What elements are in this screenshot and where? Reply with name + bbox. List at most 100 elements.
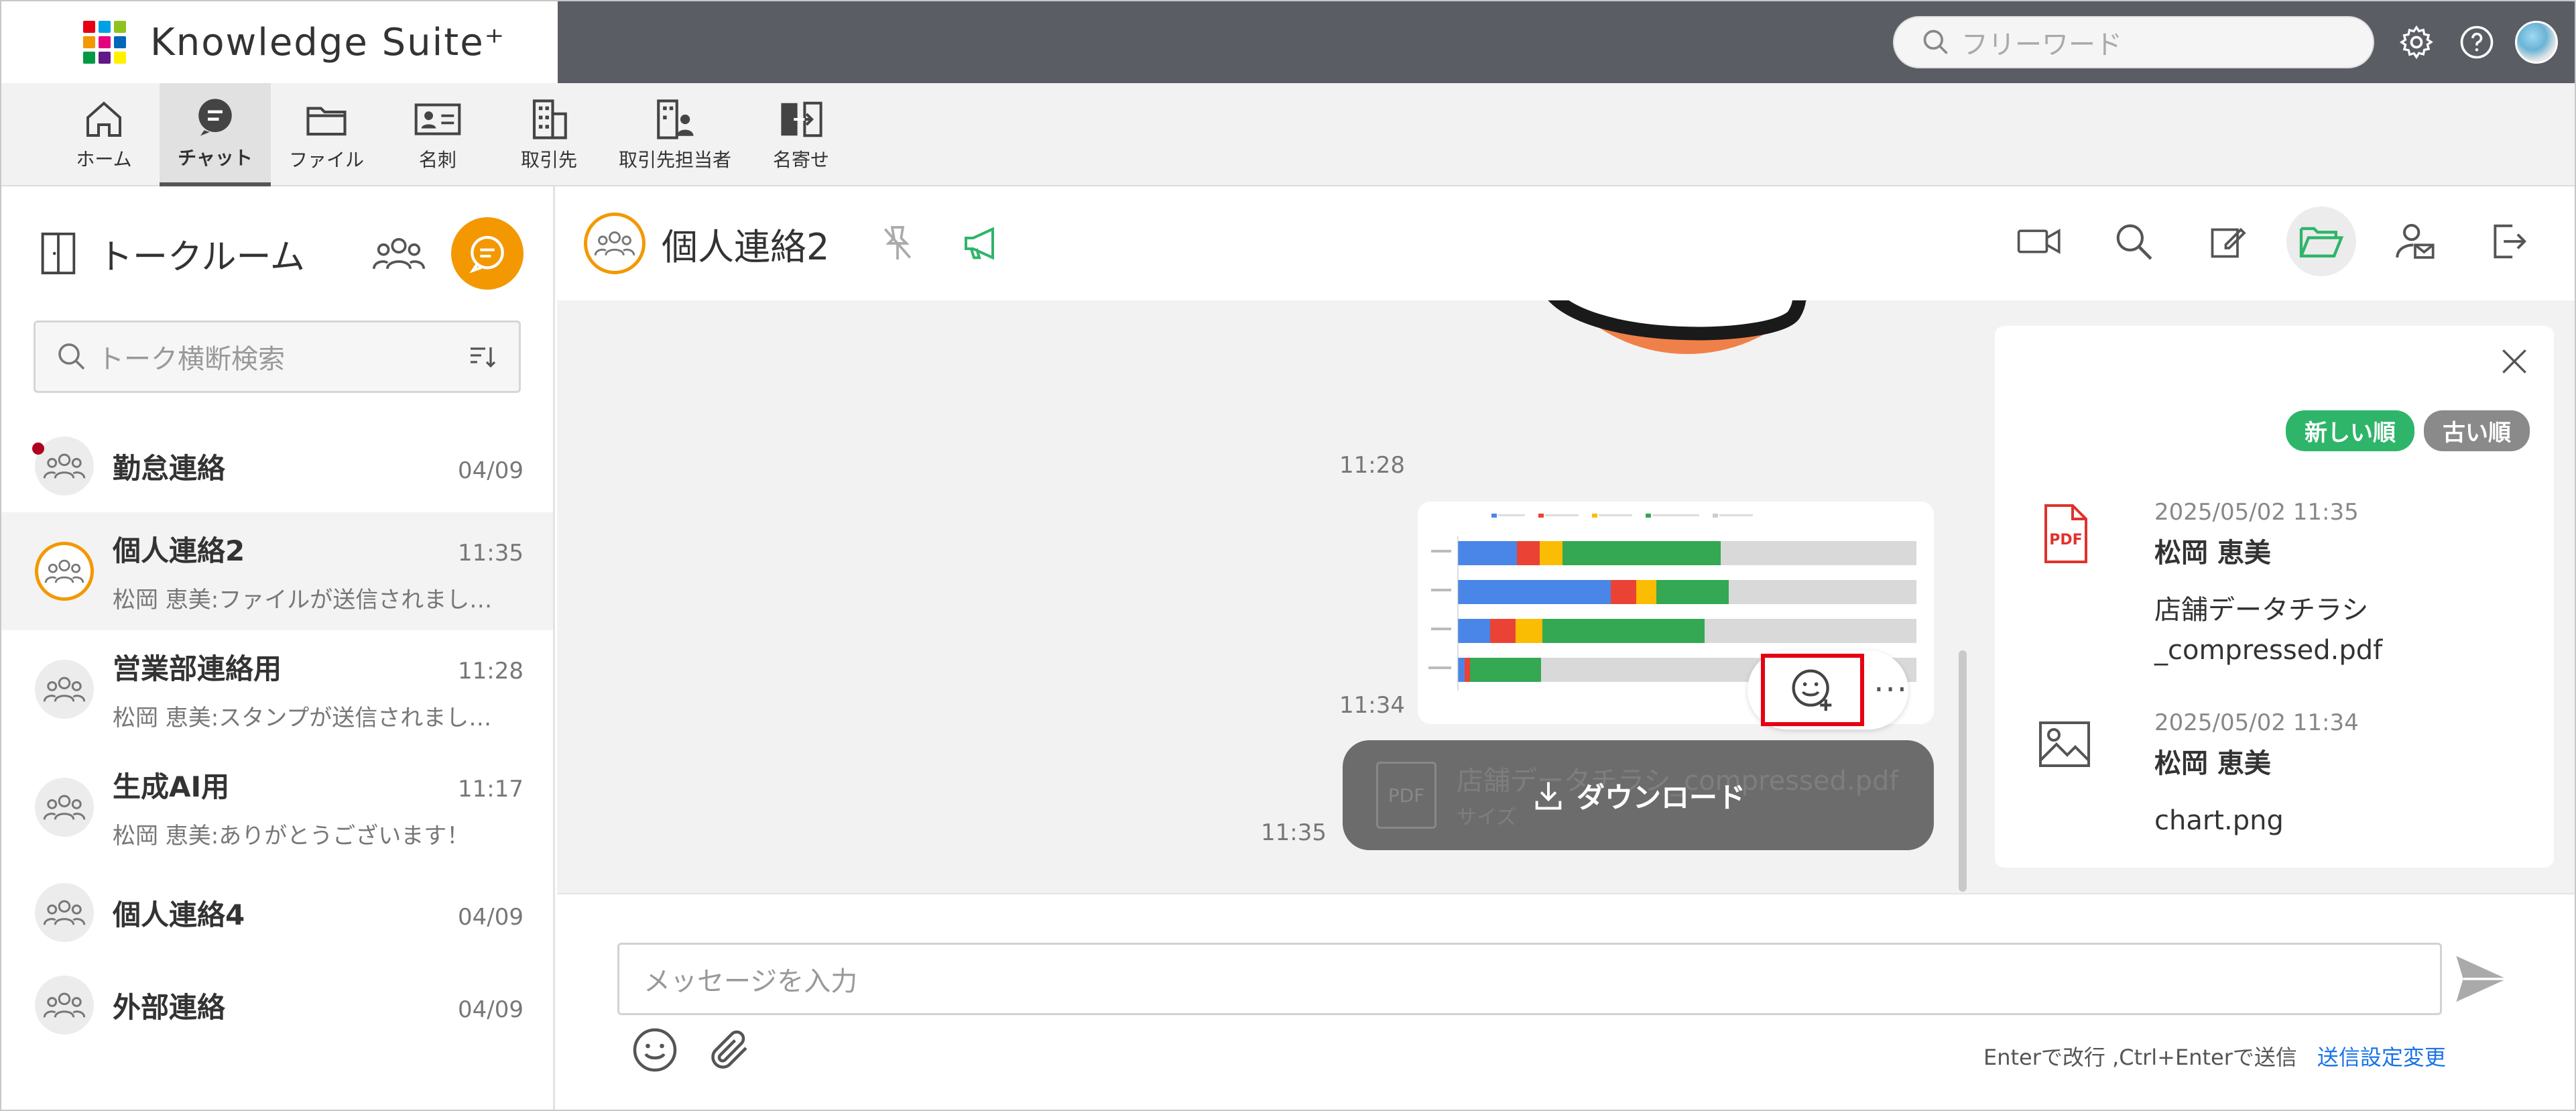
- file-name[interactable]: chart.png: [2154, 801, 2530, 841]
- nav-home[interactable]: ホーム: [48, 83, 160, 186]
- exit-icon[interactable]: [2474, 207, 2544, 276]
- nav-client-contact[interactable]: 取引先担当者: [605, 83, 745, 186]
- talk-room-list: 勤怠連絡 04/09 個人連絡2 11:35 松岡 恵美:ファイルが送信されまし…: [1, 420, 553, 1051]
- building-person-icon: [657, 99, 694, 139]
- group-avatar-icon: [35, 883, 94, 942]
- gear-icon[interactable]: [2394, 20, 2439, 64]
- nav-label: ファイル: [288, 149, 364, 171]
- message-time: 11:28: [1339, 452, 1405, 479]
- app-frame: Knowledge Suite⁺ フリーワード ホーム チャット ファイル 名刺…: [0, 0, 2576, 1111]
- pdf-icon: PDF: [1376, 762, 1436, 829]
- send-hint: Enterで改行 ,Ctrl+Enterで送信 送信設定変更: [1983, 1041, 2446, 1071]
- nav-business-card[interactable]: 名刺: [382, 83, 493, 186]
- talk-search-placeholder: トーク横断検索: [97, 344, 285, 375]
- send-settings-link[interactable]: 送信設定変更: [2317, 1045, 2446, 1070]
- more-options-button[interactable]: ···: [1874, 671, 1908, 709]
- group-avatar-icon: [35, 542, 94, 601]
- room-preview: 松岡 恵美:ありがとうございます！: [113, 823, 470, 850]
- new-chat-button[interactable]: [451, 217, 524, 290]
- talk-room-header: トークルーム: [1, 186, 553, 320]
- room-item[interactable]: 外部連絡 04/09: [1, 959, 553, 1051]
- nav-merge[interactable]: 名寄せ: [745, 83, 857, 186]
- sort-toggle: 新しい順 古い順: [2286, 410, 2530, 451]
- room-item[interactable]: 個人連絡2 11:35 松岡 恵美:ファイルが送信されまし…: [1, 512, 553, 630]
- room-item[interactable]: 個人連絡4 04/09: [1, 866, 553, 959]
- video-icon[interactable]: [2005, 207, 2075, 276]
- room-time: 11:28: [458, 658, 524, 685]
- sort-icon[interactable]: [467, 341, 499, 373]
- sort-oldest-button[interactable]: 古い順: [2424, 410, 2530, 451]
- group-members-icon[interactable]: [372, 230, 426, 277]
- room-item[interactable]: 生成AI用 11:17 松岡 恵美:ありがとうございます！: [1, 748, 553, 866]
- group-avatar-icon: [35, 660, 94, 719]
- group-avatar-icon: [35, 436, 94, 495]
- nav-label: 名刺: [418, 149, 456, 171]
- nav-label: 取引先: [520, 149, 577, 171]
- message-time: 11:35: [1261, 819, 1327, 846]
- download-button[interactable]: ダウンロード: [1531, 775, 1745, 816]
- chat-header: 個人連絡2: [557, 186, 2575, 300]
- edit-icon[interactable]: [2193, 207, 2262, 276]
- room-name: 勤怠連絡: [113, 451, 226, 485]
- room-time: 11:17: [458, 776, 524, 803]
- folder-open-icon[interactable]: [2286, 207, 2356, 276]
- brand[interactable]: Knowledge Suite⁺: [1, 1, 558, 83]
- room-item[interactable]: 勤怠連絡 04/09: [1, 420, 553, 512]
- top-bar: Knowledge Suite⁺ フリーワード: [1, 1, 2575, 83]
- member-mail-icon[interactable]: [2380, 207, 2450, 276]
- message-time: 11:34: [1339, 692, 1405, 719]
- nav-chat[interactable]: チャット: [160, 83, 271, 186]
- room-preview: 松岡 恵美:ファイルが送信されまし…: [113, 587, 493, 613]
- talk-search-input[interactable]: トーク横断検索: [34, 320, 521, 393]
- room-item[interactable]: 営業部連絡用 11:28 松岡 恵美:スタンプが送信されまし…: [1, 630, 553, 748]
- message-area[interactable]: 11:28 11:34 ··· PDF 店舗データチラシ_compressed.…: [557, 300, 1971, 893]
- help-icon[interactable]: [2455, 20, 2499, 64]
- search-icon[interactable]: [2099, 207, 2168, 276]
- attachment-icon[interactable]: [706, 1026, 754, 1074]
- add-reaction-button[interactable]: [1761, 654, 1865, 726]
- room-name: 生成AI用: [113, 770, 230, 803]
- pin-icon[interactable]: [876, 222, 919, 265]
- close-icon[interactable]: [2498, 345, 2531, 378]
- emoji-icon[interactable]: [631, 1026, 679, 1074]
- room-preview: 松岡 恵美:スタンプが送信されまし…: [113, 705, 492, 732]
- nav-label: ホーム: [76, 148, 132, 170]
- global-search-input[interactable]: フリーワード: [1893, 16, 2374, 68]
- search-icon: [1923, 30, 1948, 54]
- main-nav: ホーム チャット ファイル 名刺 取引先 取引先担当者 名寄せ: [1, 83, 2575, 186]
- room-time: 04/09: [458, 903, 524, 931]
- chat-icon: [198, 99, 232, 136]
- message-composer: メッセージを入力 Enterで改行 ,Ctrl+Enterで送信 送信設定変更: [557, 893, 2575, 1110]
- room-name: 営業部連絡用: [113, 652, 282, 685]
- room-time: 04/09: [458, 996, 524, 1023]
- file-name[interactable]: 店舗データチラシ _compressed.pdf: [2154, 590, 2530, 670]
- nav-label: 名寄せ: [772, 149, 829, 171]
- room-time: 11:35: [458, 540, 524, 567]
- stamp-image: [1548, 300, 1807, 354]
- megaphone-icon[interactable]: [959, 222, 1005, 265]
- download-label: ダウンロード: [1576, 780, 1745, 814]
- send-hint-text: Enterで改行 ,Ctrl+Enterで送信: [1983, 1045, 2297, 1070]
- nav-file[interactable]: ファイル: [271, 83, 382, 186]
- user-avatar[interactable]: [2515, 21, 2558, 64]
- brand-name: Knowledge Suite⁺: [150, 20, 506, 64]
- talk-room-panel: トークルーム トーク横断検索 勤怠連絡 04/09 個人連絡2 11:35 松岡…: [1, 186, 555, 1110]
- talk-room-title: トークルーム: [98, 237, 305, 278]
- room-name: 外部連絡: [113, 990, 226, 1024]
- message-scrollbar[interactable]: [1959, 650, 1967, 892]
- merge-icon: [781, 101, 822, 137]
- sort-newest-button[interactable]: 新しい順: [2286, 410, 2414, 451]
- svg-text:PDF: PDF: [2049, 532, 2082, 548]
- nav-client[interactable]: 取引先: [493, 83, 605, 186]
- search-icon: [58, 343, 85, 370]
- home-icon: [86, 101, 121, 137]
- door-icon[interactable]: [35, 230, 82, 277]
- image-icon: [2039, 721, 2090, 767]
- send-icon[interactable]: [2454, 953, 2509, 1004]
- message-input[interactable]: メッセージを入力: [617, 943, 2442, 1015]
- file-size: サイズ: [1457, 806, 1517, 829]
- download-icon: [1535, 782, 1562, 810]
- room-name: 個人連絡2: [113, 534, 245, 567]
- file-attachment[interactable]: PDF 店舗データチラシ_compressed.pdf サイズ ダウンロード: [1343, 740, 1934, 850]
- file-date: 2025/05/02 11:35: [2154, 499, 2359, 526]
